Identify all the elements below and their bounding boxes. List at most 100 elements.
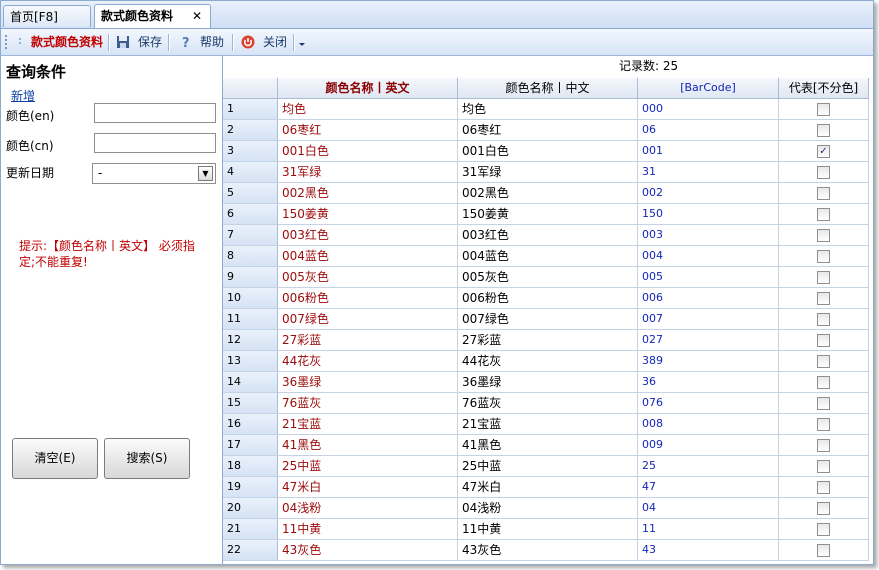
checkbox[interactable]	[817, 355, 830, 368]
table-row[interactable]: 2 06枣红 06枣红 06	[223, 120, 873, 141]
search-button[interactable]: 搜索(S)	[104, 438, 190, 479]
table-row[interactable]: 12 27彩蓝 27彩蓝 027	[223, 330, 873, 351]
help-icon[interactable]: ?	[179, 35, 193, 49]
checkbox[interactable]	[817, 208, 830, 221]
barcode[interactable]: 004	[638, 246, 779, 267]
header-name-en[interactable]: 颜色名称丨英文	[278, 78, 458, 99]
barcode[interactable]: 005	[638, 267, 779, 288]
table-row[interactable]: 20 04浅粉 04浅粉 04	[223, 498, 873, 519]
table-row[interactable]: 13 44花灰 44花灰 389	[223, 351, 873, 372]
color-name-en[interactable]: 11中黄	[278, 519, 458, 540]
table-row[interactable]: 14 36墨绿 36墨绿 36	[223, 372, 873, 393]
tab-color-data[interactable]: 款式颜色资料 ✕	[94, 4, 211, 28]
color-name-cn[interactable]: 47米白	[458, 477, 638, 498]
chevron-down-icon[interactable]: ▼	[198, 166, 213, 181]
color-name-cn[interactable]: 31军绿	[458, 162, 638, 183]
barcode[interactable]: 076	[638, 393, 779, 414]
checkbox[interactable]	[817, 271, 830, 284]
overflow-chevron-icon[interactable]	[297, 39, 307, 49]
checkbox[interactable]	[817, 481, 830, 494]
table-row[interactable]: 8 004蓝色 004蓝色 004	[223, 246, 873, 267]
tab-home[interactable]: 首页[F8]	[3, 5, 91, 27]
color-name-cn[interactable]: 04浅粉	[458, 498, 638, 519]
checkbox[interactable]	[817, 187, 830, 200]
toolbar-grip[interactable]	[5, 35, 7, 49]
barcode[interactable]: 25	[638, 456, 779, 477]
checkbox[interactable]	[817, 397, 830, 410]
barcode[interactable]: 36	[638, 372, 779, 393]
barcode[interactable]: 04	[638, 498, 779, 519]
barcode[interactable]: 06	[638, 120, 779, 141]
color-name-en[interactable]: 27彩蓝	[278, 330, 458, 351]
header-barcode[interactable]: [BarCode]	[638, 78, 779, 99]
color-name-en[interactable]: 44花灰	[278, 351, 458, 372]
color-name-en[interactable]: 06枣红	[278, 120, 458, 141]
color-name-en[interactable]: 001白色	[278, 141, 458, 162]
checkbox[interactable]	[817, 229, 830, 242]
color-name-en[interactable]: 31军绿	[278, 162, 458, 183]
table-row[interactable]: 7 003红色 003红色 003	[223, 225, 873, 246]
checkbox[interactable]	[817, 544, 830, 557]
color-name-cn[interactable]: 11中黄	[458, 519, 638, 540]
table-row[interactable]: 16 21宝蓝 21宝蓝 008	[223, 414, 873, 435]
barcode[interactable]: 006	[638, 288, 779, 309]
table-row[interactable]: 5 002黑色 002黑色 002	[223, 183, 873, 204]
barcode[interactable]: 150	[638, 204, 779, 225]
barcode[interactable]: 31	[638, 162, 779, 183]
barcode[interactable]: 000	[638, 99, 779, 120]
color-name-en[interactable]: 04浅粉	[278, 498, 458, 519]
color-name-cn[interactable]: 003红色	[458, 225, 638, 246]
color-name-cn[interactable]: 41黑色	[458, 435, 638, 456]
color-name-en[interactable]: 47米白	[278, 477, 458, 498]
table-row[interactable]: 15 76蓝灰 76蓝灰 076	[223, 393, 873, 414]
checkbox[interactable]	[817, 250, 830, 263]
barcode[interactable]: 389	[638, 351, 779, 372]
color-name-cn[interactable]: 005灰色	[458, 267, 638, 288]
checkbox-checked[interactable]: ✓	[817, 145, 830, 158]
barcode[interactable]: 007	[638, 309, 779, 330]
checkbox[interactable]	[817, 334, 830, 347]
color-name-en[interactable]: 150姜黄	[278, 204, 458, 225]
table-row[interactable]: 1 均色 均色 000	[223, 99, 873, 120]
checkbox[interactable]	[817, 292, 830, 305]
checkbox[interactable]	[817, 376, 830, 389]
color-en-input[interactable]	[94, 103, 216, 123]
barcode[interactable]: 11	[638, 519, 779, 540]
color-name-en[interactable]: 005灰色	[278, 267, 458, 288]
color-name-en[interactable]: 43灰色	[278, 540, 458, 561]
color-name-cn[interactable]: 150姜黄	[458, 204, 638, 225]
table-row[interactable]: 19 47米白 47米白 47	[223, 477, 873, 498]
barcode[interactable]: 027	[638, 330, 779, 351]
barcode[interactable]: 009	[638, 435, 779, 456]
table-row[interactable]: 9 005灰色 005灰色 005	[223, 267, 873, 288]
color-name-cn[interactable]: 36墨绿	[458, 372, 638, 393]
color-name-cn[interactable]: 06枣红	[458, 120, 638, 141]
color-name-cn[interactable]: 006粉色	[458, 288, 638, 309]
color-name-cn[interactable]: 均色	[458, 99, 638, 120]
clear-button[interactable]: 清空(E)	[12, 438, 98, 479]
close-button[interactable]: 关闭	[263, 29, 287, 55]
help-button[interactable]: 帮助	[200, 29, 224, 55]
color-name-cn[interactable]: 76蓝灰	[458, 393, 638, 414]
table-row[interactable]: 22 43灰色 43灰色 43	[223, 540, 873, 561]
color-name-en[interactable]: 007绿色	[278, 309, 458, 330]
checkbox[interactable]	[817, 418, 830, 431]
color-name-en[interactable]: 002黑色	[278, 183, 458, 204]
color-name-en[interactable]: 006粉色	[278, 288, 458, 309]
color-name-en[interactable]: 21宝蓝	[278, 414, 458, 435]
close-tab-icon[interactable]: ✕	[192, 5, 202, 27]
color-name-en[interactable]: 25中蓝	[278, 456, 458, 477]
update-date-picker[interactable]: - ▼	[92, 163, 216, 184]
checkbox[interactable]	[817, 103, 830, 116]
table-row[interactable]: 10 006粉色 006粉色 006	[223, 288, 873, 309]
power-icon[interactable]	[241, 35, 255, 49]
checkbox[interactable]	[817, 124, 830, 137]
color-name-en[interactable]: 36墨绿	[278, 372, 458, 393]
color-name-cn[interactable]: 25中蓝	[458, 456, 638, 477]
color-name-cn[interactable]: 004蓝色	[458, 246, 638, 267]
checkbox[interactable]	[817, 502, 830, 515]
barcode[interactable]: 008	[638, 414, 779, 435]
barcode[interactable]: 43	[638, 540, 779, 561]
table-row[interactable]: 6 150姜黄 150姜黄 150	[223, 204, 873, 225]
table-row[interactable]: 18 25中蓝 25中蓝 25	[223, 456, 873, 477]
